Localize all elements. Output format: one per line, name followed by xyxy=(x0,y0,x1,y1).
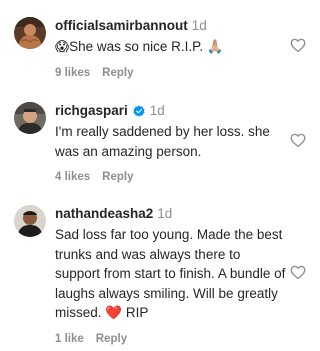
username[interactable]: officialsamirbannout xyxy=(55,18,188,33)
like-count[interactable]: 9 likes xyxy=(55,67,90,79)
comment-header: nathandeasha2 1d xyxy=(55,205,287,223)
comment-meta: 1 like Reply xyxy=(55,333,287,345)
comment-body: richgaspari 1d I'm really saddened by he… xyxy=(55,102,287,183)
comment-time[interactable]: 1d xyxy=(192,18,207,33)
comment-header: richgaspari 1d xyxy=(55,102,287,120)
comment-body: nathandeasha2 1d Sad loss far too young. … xyxy=(55,205,287,345)
verified-badge-icon xyxy=(133,105,145,117)
heart-outline-icon[interactable] xyxy=(289,131,307,149)
reply-button[interactable]: Reply xyxy=(102,171,133,183)
like-count[interactable]: 1 like xyxy=(55,333,84,345)
avatar[interactable] xyxy=(14,102,46,134)
username[interactable]: nathandeasha2 xyxy=(55,206,153,221)
avatar-image xyxy=(14,102,46,134)
comment-header: officialsamirbannout 1d xyxy=(55,17,287,35)
avatar[interactable] xyxy=(14,205,46,237)
comment-text: Sad loss far too young. Made the best tr… xyxy=(55,227,286,320)
avatar-image xyxy=(14,205,46,237)
comment-item: officialsamirbannout 1d 😱She was so nice … xyxy=(0,0,318,85)
comment-time[interactable]: 1d xyxy=(150,103,165,118)
avatar[interactable] xyxy=(14,17,46,49)
reply-button[interactable]: Reply xyxy=(96,333,127,345)
comment-meta: 9 likes Reply xyxy=(55,67,287,79)
comment-time[interactable]: 1d xyxy=(157,206,172,221)
comment-text: I'm really saddened by her loss. she was… xyxy=(55,124,270,159)
heart-outline-icon[interactable] xyxy=(289,36,307,54)
comment-item: richgaspari 1d I'm really saddened by he… xyxy=(0,85,318,188)
username[interactable]: richgaspari xyxy=(55,103,128,118)
comment-body: officialsamirbannout 1d 😱She was so nice … xyxy=(55,17,287,79)
reply-button[interactable]: Reply xyxy=(102,67,133,79)
comment-meta: 4 likes Reply xyxy=(55,171,287,183)
avatar-image xyxy=(14,17,46,49)
comment-item: nathandeasha2 1d Sad loss far too young. … xyxy=(0,188,318,351)
heart-outline-icon[interactable] xyxy=(289,263,307,281)
like-count[interactable]: 4 likes xyxy=(55,171,90,183)
comment-text: 😱She was so nice R.I.P. 🙏🏼 xyxy=(55,39,224,54)
